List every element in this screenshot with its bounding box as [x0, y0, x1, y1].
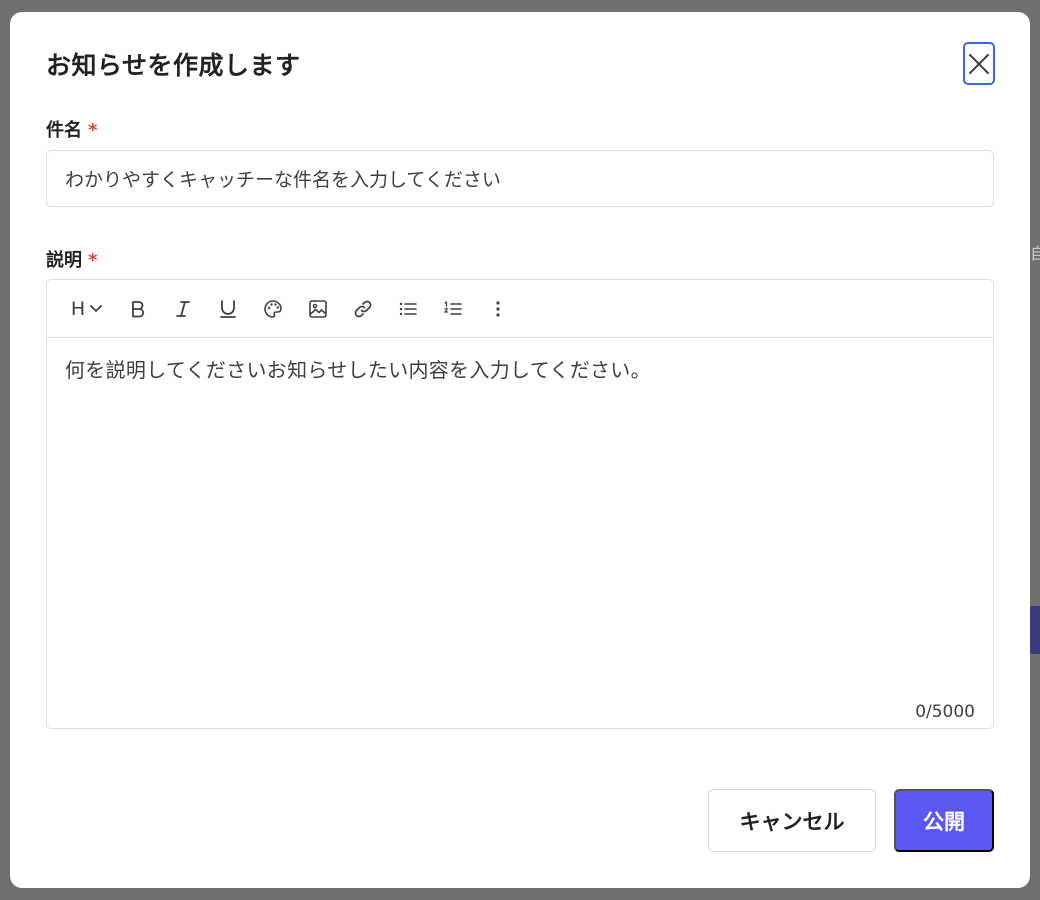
more-options-button[interactable] — [475, 294, 520, 324]
required-mark: * — [88, 250, 98, 271]
editor-toolbar: H — [47, 280, 993, 338]
bold-button[interactable] — [115, 294, 160, 324]
close-button[interactable] — [963, 42, 995, 85]
heading-dropdown[interactable]: H — [67, 294, 107, 324]
description-textarea[interactable]: 何を説明してくださいお知らせしたい内容を入力してください。 — [47, 338, 993, 399]
heading-label: H — [70, 297, 86, 320]
subject-label: 件名 * — [46, 116, 97, 142]
more-vertical-icon — [495, 300, 501, 318]
character-counter: 0/5000 — [915, 702, 975, 722]
bullet-list-button[interactable] — [385, 294, 430, 324]
subject-label-text: 件名 — [46, 120, 82, 141]
italic-button[interactable] — [160, 294, 205, 324]
image-icon — [308, 299, 328, 319]
underline-icon — [219, 299, 237, 319]
description-label-text: 説明 — [46, 250, 82, 271]
numbered-list-icon — [443, 300, 463, 318]
publish-button[interactable]: 公開 — [894, 789, 994, 852]
close-icon — [968, 53, 990, 75]
bullet-list-icon — [398, 300, 418, 318]
underline-button[interactable] — [205, 294, 250, 324]
cancel-button[interactable]: キャンセル — [708, 789, 876, 852]
backdrop-partial-button — [1030, 606, 1040, 654]
description-label: 説明 * — [46, 246, 97, 272]
image-button[interactable] — [295, 294, 340, 324]
subject-placeholder: わかりやすくキャッチーな件名を入力してください — [65, 169, 501, 191]
backdrop-partial-text: 自 — [1030, 244, 1040, 263]
subject-input[interactable]: わかりやすくキャッチーな件名を入力してください — [46, 150, 994, 207]
create-notice-modal: お知らせを作成します 件名 * わかりやすくキャッチーな件名を入力してください 説… — [10, 12, 1030, 888]
required-mark: * — [88, 120, 98, 141]
bold-icon — [130, 300, 146, 318]
chevron-down-icon — [89, 304, 103, 314]
palette-icon — [263, 299, 283, 319]
description-editor: H 何を説明してくださいお知らせしたい内容を入力してください。 0/5000 — [46, 279, 994, 729]
link-button[interactable] — [340, 294, 385, 324]
modal-title: お知らせを作成します — [46, 51, 301, 80]
numbered-list-button[interactable] — [430, 294, 475, 324]
description-placeholder: 何を説明してくださいお知らせしたい内容を入力してください。 — [65, 358, 651, 382]
italic-icon — [175, 300, 191, 318]
link-icon — [353, 299, 373, 319]
text-color-button[interactable] — [250, 294, 295, 324]
